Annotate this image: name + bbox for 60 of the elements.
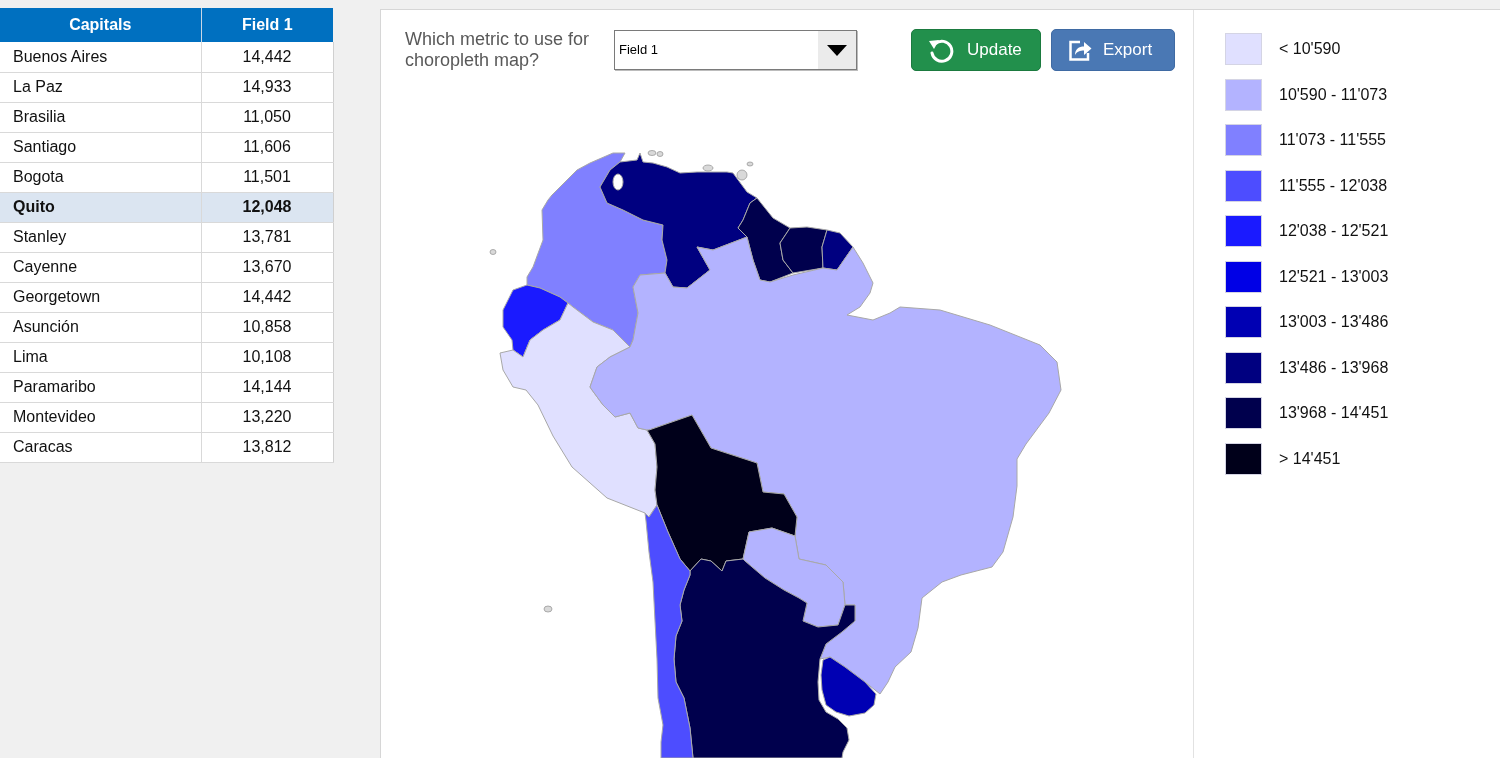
legend-label: 10'590 - 11'073 [1279,84,1388,105]
update-button[interactable]: Update [911,29,1041,71]
circular-arrow-icon [928,37,955,63]
table-row[interactable]: Bogota 11,501 [0,162,333,192]
column-header: Capitals [0,8,201,42]
table-row[interactable]: Montevideo 13,220 [0,402,333,432]
table-row[interactable]: Cayenne 13,670 [0,252,333,282]
legend-label: > 14'451 [1279,448,1341,469]
table-cell: Georgetown [0,282,201,312]
table-cell: Brasilia [0,102,201,132]
table-row[interactable]: Brasilia 11,050 [0,102,333,132]
table-row[interactable]: Santiago 11,606 [0,132,333,162]
table-cell: 13,781 [201,222,333,252]
table-cell: 13,670 [201,252,333,282]
table-cell: Paramaribo [0,372,201,402]
legend-label: < 10'590 [1279,39,1341,59]
table-row[interactable]: La Paz 14,933 [0,72,333,102]
table-cell: Bogota [0,162,201,192]
table-cell: Santiago [0,132,201,162]
table-row[interactable]: Caracas 13,812 [0,432,333,462]
share-arrow-icon [1068,38,1092,62]
table-cell: 14,442 [201,42,333,72]
legend-label: 11'073 - 11'555 [1279,130,1386,150]
legend-label: 11'555 - 12'038 [1279,175,1388,196]
table-cell: 14,144 [201,372,333,402]
table-row[interactable]: Lima 10,108 [0,342,333,372]
table-cell: 10,108 [201,342,333,372]
export-button[interactable]: Export [1051,29,1175,71]
table-cell: 11,050 [201,102,333,132]
table-row[interactable]: Asunción 10,858 [0,312,333,342]
legend-label: 13'003 - 13'486 [1279,312,1389,332]
table-cell: Caracas [0,432,201,462]
table-cell: 14,933 [201,72,333,102]
table-cell: Buenos Aires [0,42,201,72]
table-cell: La Paz [0,72,201,102]
table-cell: 13,812 [201,432,333,462]
table-row[interactable]: Georgetown 14,442 [0,282,333,312]
table-row[interactable]: Paramaribo 14,144 [0,372,333,402]
table-cell: Quito [0,192,201,222]
table-cell: 11,606 [201,132,333,162]
table-cell: 13,220 [201,402,333,432]
column-header: Field 1 [201,8,333,42]
legend-label: 12'038 - 12'521 [1279,221,1389,241]
table-cell: Stanley [0,222,201,252]
metric-dropdown[interactable]: Field 1 [614,30,857,70]
table-cell: 12,048 [201,192,333,222]
table-cell: Cayenne [0,252,201,282]
legend-label: 13'486 - 13'968 [1279,357,1389,378]
table-row[interactable]: Stanley 13,781 [0,222,333,252]
legend-label: 13'968 - 14'451 [1279,403,1389,423]
prompt-text: Which metric to use for choropleth map? [405,29,591,71]
table-cell: Lima [0,342,201,372]
table-row[interactable]: Buenos Aires 14,442 [0,42,333,72]
table-cell: 14,442 [201,282,333,312]
table-cell: Asunción [0,312,201,342]
table-cell: 10,858 [201,312,333,342]
table-cell: 11,501 [201,162,333,192]
table-cell: Montevideo [0,402,201,432]
table-row[interactable]: Quito 12,048 [0,192,333,222]
legend-label: 12'521 - 13'003 [1279,266,1389,287]
